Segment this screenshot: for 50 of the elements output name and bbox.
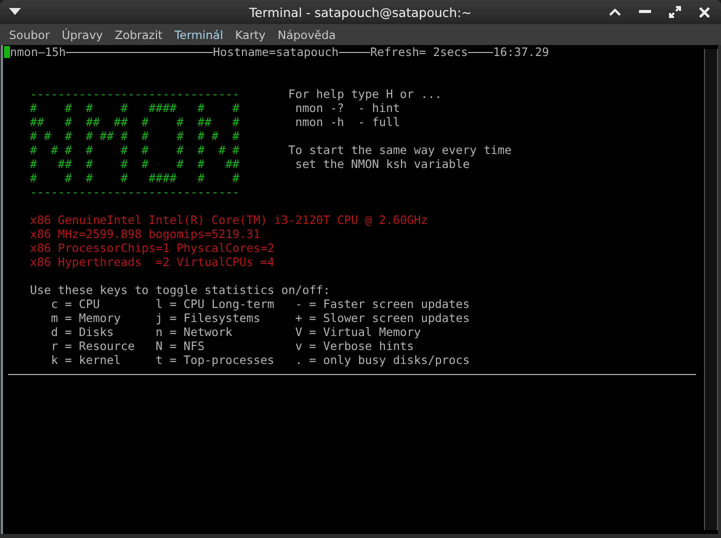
- menu-item[interactable]: Nápověda: [272, 28, 342, 42]
- ascii-logo-line: ------------------------------: [30, 185, 240, 199]
- help-text: For help type H or ...: [288, 87, 443, 101]
- key-hint: m = Memory: [50, 311, 122, 325]
- key-hint: . = only busy disks/procs: [295, 353, 470, 367]
- maximize-icon[interactable]: [669, 6, 681, 18]
- key-hint: k = kernel: [50, 353, 122, 367]
- ascii-logo-line: # # # # ## # # # # # #: [30, 129, 240, 143]
- key-hint: n = Network: [156, 325, 234, 339]
- menu-item[interactable]: Karty: [229, 28, 272, 42]
- key-hint: - = Faster screen updates: [295, 297, 470, 311]
- caret-up-icon[interactable]: [609, 8, 621, 16]
- menu-item[interactable]: Soubor: [3, 28, 56, 42]
- ascii-logo-line: # # # # #### # #: [30, 101, 240, 115]
- cpu-info-line: x86 ProcessorChips=1 PhyscalCores=2: [30, 241, 276, 255]
- help-text: nmon -h - full: [294, 115, 401, 129]
- key-hint: + = Slower screen updates: [295, 311, 470, 325]
- help-text: set the NMON ksh variable: [294, 157, 471, 171]
- key-hint: l = CPU Long-term: [156, 297, 276, 311]
- key-hint: v = Verbose hints: [295, 339, 414, 353]
- ascii-logo-line: # # # # #### # #: [30, 171, 240, 185]
- header-time: 16:37.29: [493, 45, 549, 59]
- keys-heading: Use these keys to toggle statistics on/off:: [30, 283, 332, 297]
- dropdown-arrow-icon[interactable]: [9, 8, 21, 16]
- text-cursor: [4, 46, 10, 58]
- ascii-logo-line: # # # # # # # # # #: [30, 143, 240, 157]
- help-text: To start the same way every time: [288, 143, 512, 157]
- help-text: nmon -? - hint: [294, 101, 401, 115]
- header-program: nmon—15h: [10, 45, 66, 59]
- key-hint: j = Filesystems: [156, 311, 262, 325]
- key-hint: r = Resource: [50, 339, 136, 353]
- key-hint: c = CPU: [50, 297, 101, 311]
- minimize-icon[interactable]: [639, 10, 651, 14]
- cpu-info-line: x86 Hyperthreads =2 VirtualCPUs =4: [30, 255, 276, 269]
- header-hostname: Hostname=satapouch: [213, 45, 339, 59]
- menu-item[interactable]: Zobrazit: [108, 28, 169, 42]
- window-title: Terminal - satapouch@satapouch:~: [249, 4, 472, 20]
- ascii-logo-line: ------------------------------: [30, 87, 240, 101]
- key-hint: N = NFS: [156, 339, 206, 353]
- close-icon[interactable]: [699, 6, 710, 18]
- ascii-logo-line: # ## # # # # # ##: [30, 157, 240, 171]
- key-hint: d = Disks: [50, 325, 115, 339]
- key-hint: t = Top-processes: [156, 353, 276, 367]
- header-refresh: Refresh= 2secs: [370, 45, 468, 59]
- cpu-info-line: x86 MHz=2599.898 bogomips=5219.31: [30, 227, 262, 241]
- menu-item[interactable]: Terminál: [168, 28, 230, 42]
- key-hint: V = Virtual Memory: [295, 325, 421, 339]
- ascii-logo-line: ## # ## ## # # ## #: [30, 115, 240, 129]
- menu-item[interactable]: Úpravy: [56, 28, 109, 42]
- cpu-info-line: x86 GenuineIntel Intel(R) Core(TM) i3-2120T CPU @ 2.60GHz: [30, 213, 429, 227]
